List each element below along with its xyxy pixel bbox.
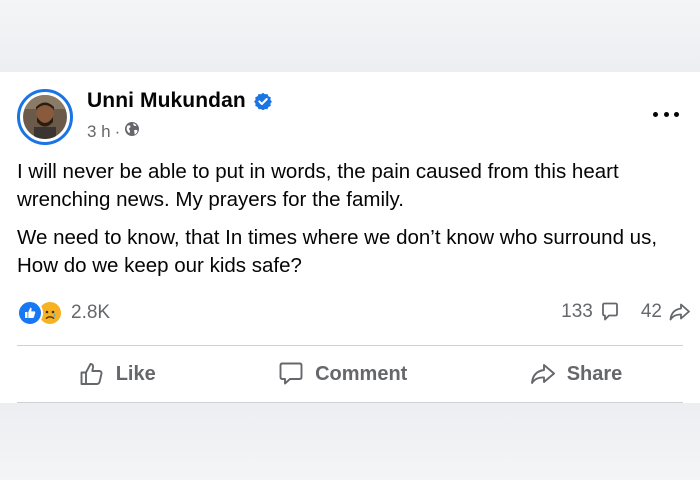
reactions-summary[interactable]: 2.8K bbox=[17, 300, 110, 326]
avatar[interactable] bbox=[17, 89, 73, 145]
background-bottom bbox=[0, 403, 700, 480]
more-dot bbox=[663, 111, 669, 117]
meta-separator: · bbox=[114, 121, 121, 141]
post-meta: 3 h · bbox=[87, 121, 140, 142]
shares-count: 42 bbox=[640, 301, 662, 322]
author-name[interactable]: Unni Mukundan bbox=[87, 89, 246, 113]
comment-label: Comment bbox=[315, 362, 408, 385]
share-label: Share bbox=[566, 362, 623, 385]
more-dot bbox=[653, 111, 658, 117]
comment-icon bbox=[279, 362, 303, 385]
globe-icon[interactable] bbox=[124, 121, 140, 142]
avatar-portrait-icon bbox=[23, 95, 67, 139]
like-button[interactable]: Like bbox=[58, 354, 176, 394]
engagement-counts: 133 42 bbox=[561, 301, 692, 323]
post-author: Unni Mukundan bbox=[87, 89, 272, 113]
post-paragraph: We need to know, that In times where we … bbox=[17, 226, 658, 277]
more-options-icon[interactable] bbox=[653, 108, 679, 120]
post-paragraph: I will never be able to put in words, th… bbox=[17, 160, 619, 211]
comments-count-link[interactable]: 133 bbox=[561, 301, 621, 323]
post-card: Unni Mukundan 3 h · I will never be able… bbox=[0, 72, 700, 403]
comment-button[interactable]: Comment bbox=[257, 354, 427, 394]
shares-count-link[interactable]: 42 bbox=[641, 301, 692, 323]
share-count-icon bbox=[669, 303, 690, 321]
avatar-image bbox=[23, 95, 67, 139]
comments-count: 133 bbox=[561, 301, 593, 322]
like-reaction-icon bbox=[17, 300, 43, 326]
background-top bbox=[0, 0, 700, 72]
post-actions-bar: Like Comment Share bbox=[17, 346, 683, 402]
like-icon bbox=[80, 363, 103, 385]
verified-badge-icon bbox=[253, 92, 272, 111]
post-text: I will never be able to put in words, th… bbox=[17, 158, 687, 290]
reactions-count: 2.8K bbox=[71, 302, 111, 323]
share-button[interactable]: Share bbox=[509, 354, 643, 394]
share-icon bbox=[530, 364, 555, 384]
comment-count-icon bbox=[601, 302, 618, 321]
more-dot bbox=[674, 111, 679, 117]
post-timestamp[interactable]: 3 h bbox=[87, 122, 111, 142]
like-label: Like bbox=[115, 362, 156, 385]
